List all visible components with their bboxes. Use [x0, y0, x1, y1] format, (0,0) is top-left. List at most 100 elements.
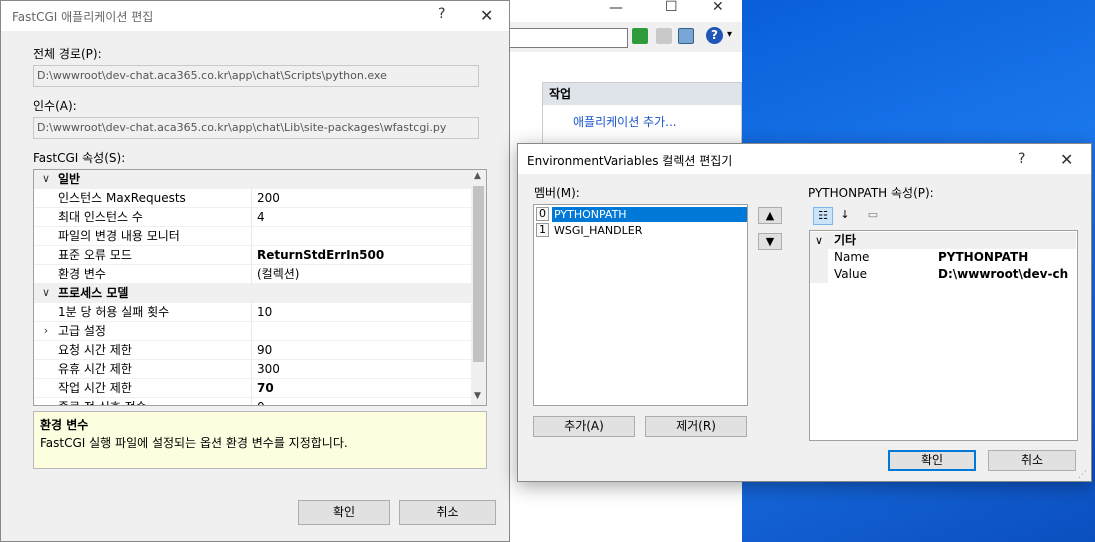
property-name: 종료 전 신호 전송	[58, 398, 252, 405]
members-list[interactable]: 0 PYTHONPATH 1 WSGI_HANDLER	[533, 204, 748, 406]
property-row[interactable]: 인스턴스 MaxRequests 200	[34, 189, 471, 208]
list-item[interactable]: 1 WSGI_HANDLER	[536, 223, 747, 238]
property-value[interactable]: 4	[257, 208, 265, 226]
row-gutter	[810, 249, 828, 266]
property-value[interactable]: PYTHONPATH	[938, 249, 1028, 266]
scroll-down-icon[interactable]: ▼	[474, 391, 481, 401]
members-label: 멤버(M):	[534, 186, 580, 200]
chevron-down-icon[interactable]: ∨	[39, 284, 53, 302]
help-dropdown-icon[interactable]: ▾	[727, 29, 732, 40]
close-icon[interactable]: ✕	[1060, 150, 1073, 169]
property-row[interactable]: Name PYTHONPATH	[810, 249, 1076, 266]
member-index: 0	[536, 207, 549, 221]
move-up-button[interactable]: ▲	[758, 207, 782, 224]
arrow-up-icon: ▲	[765, 209, 775, 222]
property-row[interactable]: › 고급 설정	[34, 322, 471, 341]
description-text: FastCGI 실행 파일에 설정되는 옵션 환경 변수를 지정합니다.	[40, 436, 348, 450]
fastcgi-property-grid[interactable]: ∨ 일반 인스턴스 MaxRequests 200 최대 인스턴스 수 4 파일의 변경 내…	[33, 169, 487, 406]
arrow-down-icon: ▼	[765, 235, 775, 248]
stop-icon[interactable]	[656, 28, 672, 44]
chevron-right-icon[interactable]: ›	[39, 322, 53, 340]
property-row[interactable]: 환경 변수 (컬렉션)	[34, 265, 471, 284]
close-icon[interactable]: ✕	[480, 6, 493, 25]
scroll-up-icon[interactable]: ▲	[474, 171, 481, 181]
property-name: 작업 시간 제한	[58, 379, 252, 397]
category-label: 프로세스 모델	[58, 286, 129, 300]
category-row[interactable]: ∨ 일반	[34, 170, 471, 189]
property-value[interactable]: D:\wwwroot\dev-ch	[938, 266, 1068, 283]
property-row[interactable]: 표준 오류 모드 ReturnStdErrIn500	[34, 246, 471, 265]
address-bar[interactable]	[506, 28, 628, 48]
property-description-panel: 환경 변수 FastCGI 실행 파일에 설정되는 옵션 환경 변수를 지정합니…	[33, 411, 487, 469]
resize-grip-icon[interactable]: ⋰	[1078, 470, 1088, 480]
property-name: 최대 인스턴스 수	[58, 208, 252, 226]
add-button[interactable]: 추가(A)	[533, 416, 635, 437]
member-name: PYTHONPATH	[552, 207, 747, 222]
collection-editor-titlebar: EnvironmentVariables 컬렉션 편집기 ? ✕	[518, 144, 1091, 174]
remove-button[interactable]: 제거(R)	[645, 416, 747, 437]
add-application-link[interactable]: 애플리케이션 추가...	[573, 113, 677, 130]
help-icon[interactable]: ?	[706, 27, 723, 44]
vertical-scrollbar[interactable]: ▲ ▼	[471, 170, 486, 405]
property-value[interactable]: 300	[257, 360, 280, 378]
property-value[interactable]: 90	[257, 341, 272, 359]
ok-button[interactable]: 확인	[298, 500, 390, 525]
help-icon[interactable]: ?	[438, 6, 445, 22]
property-row[interactable]: 1분 당 허용 실패 횟수 10	[34, 303, 471, 322]
member-index: 1	[536, 223, 549, 237]
help-icon[interactable]: ?	[1018, 151, 1025, 167]
property-name: 고급 설정	[58, 322, 252, 340]
fastcgi-properties-label: FastCGI 속성(S):	[33, 151, 126, 165]
property-value[interactable]: 0	[257, 398, 265, 405]
property-row[interactable]: Value D:\wwwroot\dev-ch	[810, 266, 1076, 283]
property-value[interactable]: 200	[257, 189, 280, 207]
property-name: 환경 변수	[58, 265, 252, 283]
arguments-field[interactable]: D:\wwwroot\dev-chat.aca365.co.kr\app\cha…	[33, 117, 479, 139]
property-value[interactable]: 70	[257, 379, 274, 397]
chevron-down-icon[interactable]: ∨	[39, 170, 53, 188]
row-gutter	[810, 266, 828, 283]
arguments-label: 인수(A):	[33, 99, 77, 113]
property-row[interactable]: 작업 시간 제한 70	[34, 379, 471, 398]
cancel-button[interactable]: 취소	[988, 450, 1076, 471]
iis-manager-titlebar: — ☐ ✕	[506, 0, 742, 22]
description-title: 환경 변수	[40, 418, 89, 432]
chevron-down-icon[interactable]: ∨	[815, 232, 823, 249]
property-row[interactable]: 요청 시간 제한 90	[34, 341, 471, 360]
full-path-field[interactable]: D:\wwwroot\dev-chat.aca365.co.kr\app\cha…	[33, 65, 479, 87]
fastcgi-edit-dialog: FastCGI 애플리케이션 편집 ? ✕ 전체 경로(P): D:\wwwro…	[0, 0, 510, 542]
property-name: 인스턴스 MaxRequests	[58, 189, 252, 207]
maximize-icon[interactable]: ☐	[665, 0, 678, 15]
collection-editor-title: EnvironmentVariables 컬렉션 편집기	[527, 154, 733, 168]
category-row[interactable]: ∨ 기타	[810, 232, 1076, 249]
cancel-button[interactable]: 취소	[399, 500, 496, 525]
collection-editor-dialog: EnvironmentVariables 컬렉션 편집기 ? ✕ 멤버(M): …	[517, 143, 1092, 482]
home-icon[interactable]	[678, 28, 694, 44]
property-row[interactable]: 종료 전 신호 전송 0	[34, 398, 471, 405]
property-name: 유휴 시간 제한	[58, 360, 252, 378]
categorized-icon[interactable]: ☷	[813, 207, 833, 225]
property-value[interactable]: 10	[257, 303, 272, 321]
property-name: Value	[834, 267, 867, 281]
alphabetical-sort-icon[interactable]: ↓	[835, 207, 855, 225]
go-icon[interactable]	[632, 28, 648, 44]
property-row[interactable]: 파일의 변경 내용 모니터	[34, 227, 471, 246]
property-row[interactable]: 최대 인스턴스 수 4	[34, 208, 471, 227]
property-pages-icon[interactable]: ▭	[863, 207, 883, 225]
move-down-button[interactable]: ▼	[758, 233, 782, 250]
property-value[interactable]: ReturnStdErrIn500	[257, 246, 384, 264]
full-path-label: 전체 경로(P):	[33, 47, 102, 61]
scrollbar-thumb[interactable]	[473, 186, 484, 362]
ok-button[interactable]: 확인	[888, 450, 976, 471]
properties-label: PYTHONPATH 속성(P):	[808, 186, 934, 200]
category-row[interactable]: ∨ 프로세스 모델	[34, 284, 471, 303]
dialog-title: FastCGI 애플리케이션 편집	[12, 10, 154, 24]
minimize-icon[interactable]: —	[609, 0, 623, 16]
property-value[interactable]: (컬렉션)	[257, 265, 299, 283]
close-icon[interactable]: ✕	[712, 0, 724, 15]
list-item[interactable]: 0 PYTHONPATH	[536, 207, 747, 222]
member-property-grid[interactable]: ∨ 기타 Name PYTHONPATH Value D:\wwwroot\de…	[809, 230, 1078, 441]
property-row[interactable]: 유휴 시간 제한 300	[34, 360, 471, 379]
property-name: 파일의 변경 내용 모니터	[58, 227, 252, 245]
actions-header: 작업	[543, 83, 741, 105]
